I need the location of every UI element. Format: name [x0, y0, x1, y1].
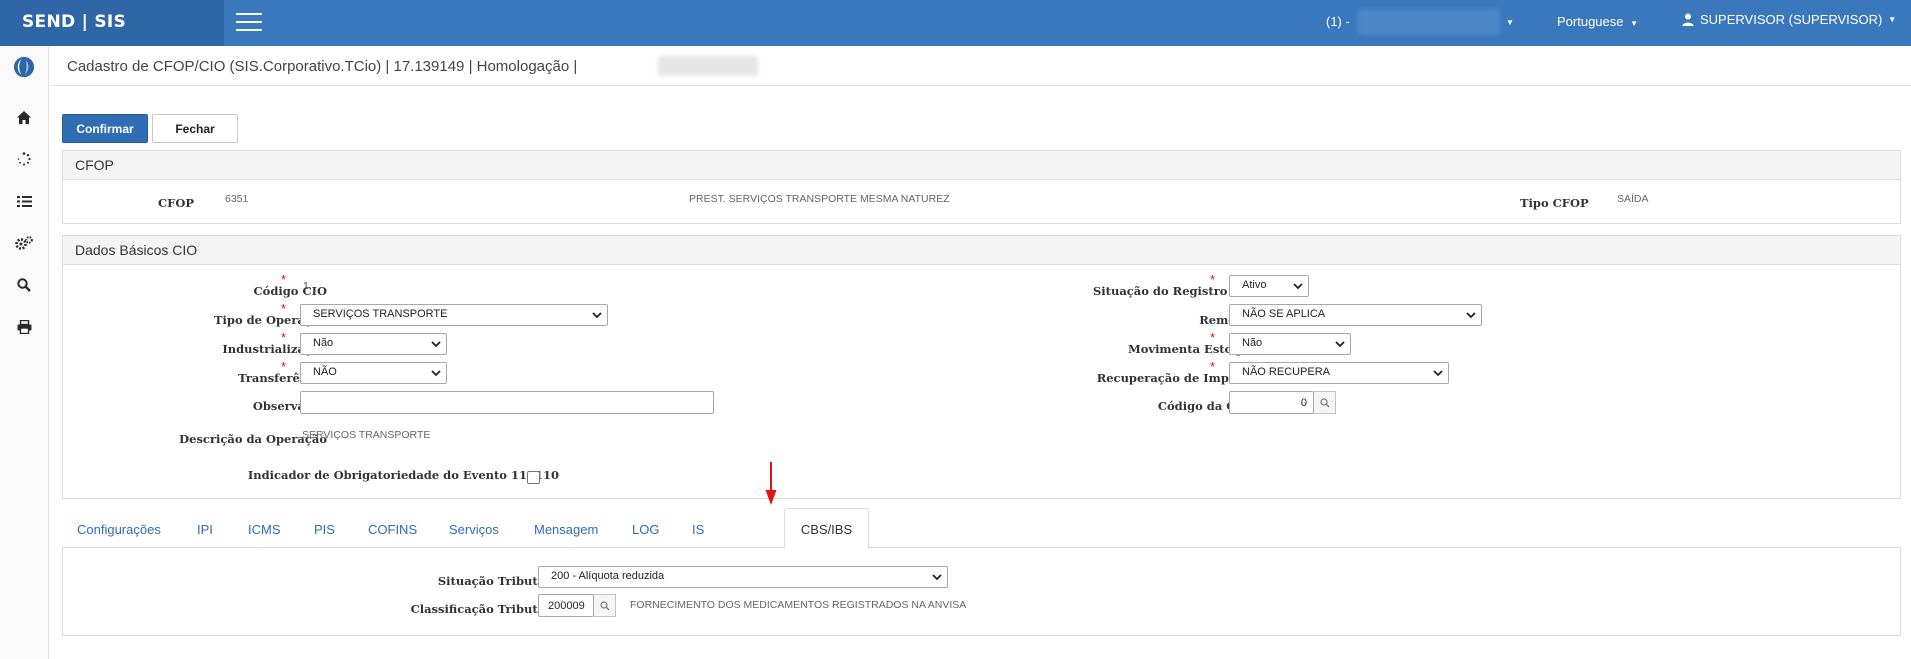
settings-gears-icon[interactable]: [13, 232, 35, 254]
cfop-label: CFOP: [158, 196, 194, 210]
remessa-selected: NÃO SE APLICA: [1242, 308, 1326, 320]
codigo-cno-lookup-button[interactable]: [1314, 391, 1336, 414]
observacao-input[interactable]: [300, 391, 714, 414]
transferencia-select[interactable]: NÃO: [300, 362, 447, 384]
cbs-ibs-tab-panel: Situação Tributária 200 - Alíquota reduz…: [62, 548, 1901, 636]
sidebar: [0, 46, 49, 659]
movimenta-estoque-selected: Não: [1242, 337, 1263, 349]
chevron-down-icon[interactable]: ▼: [1506, 18, 1514, 27]
language-label: Portuguese: [1557, 14, 1624, 29]
chevron-down-icon: [1293, 283, 1303, 290]
indicador-obrigatoriedade-label: Indicador de Obrigatoriedade do Evento 1…: [247, 468, 559, 482]
company-name-redacted[interactable]: [1358, 9, 1500, 35]
tab-is[interactable]: IS: [692, 522, 704, 537]
print-icon[interactable]: [13, 316, 35, 338]
search-icon: [1319, 397, 1329, 407]
tab-servicos[interactable]: Serviços: [449, 522, 499, 537]
tab-icms[interactable]: ICMS: [248, 522, 281, 537]
required-mark: *: [281, 301, 287, 316]
situacao-registro-select[interactable]: Ativo: [1229, 275, 1309, 297]
required-mark: *: [1210, 272, 1216, 287]
cfop-panel-title: CFOP: [63, 151, 1900, 180]
codigo-cio-value: 1: [303, 280, 309, 292]
classificacao-tributaria-input[interactable]: 200009: [538, 594, 594, 617]
tipo-operacao-select[interactable]: SERVIÇOS TRANSPORTE: [300, 304, 608, 326]
transferencia-selected: NÃO: [313, 366, 337, 378]
situacao-tributaria-select[interactable]: 200 - Alíquota reduzida: [538, 566, 948, 588]
company-selector-prefix[interactable]: (1) -: [1326, 14, 1350, 29]
tab-cbs-ibs[interactable]: CBS/IBS: [784, 508, 869, 549]
required-mark: *: [281, 330, 287, 345]
close-button[interactable]: Fechar: [152, 114, 238, 143]
industrializacao-selected: Não: [313, 337, 334, 349]
tab-log[interactable]: LOG: [632, 522, 659, 537]
chevron-down-icon: ▼: [1630, 19, 1639, 28]
tab-mensagem[interactable]: Mensagem: [534, 522, 598, 537]
codigo-cno-input[interactable]: 0: [1229, 391, 1314, 414]
situacao-registro-selected: Ativo: [1242, 279, 1267, 291]
cfop-code: 6351: [225, 193, 249, 205]
classificacao-tributaria-description: FORNECIMENTO DOS MEDICAMENTOS REGISTRADO…: [630, 599, 967, 611]
cfop-panel: CFOP CFOP 6351 PREST. SERVIÇOS TRANSPORT…: [62, 150, 1901, 224]
search-icon: [599, 600, 609, 610]
dados-basicos-panel-title: Dados Básicos CIO: [63, 236, 1900, 265]
tipo-operacao-selected: SERVIÇOS TRANSPORTE: [313, 308, 448, 320]
required-mark: *: [1210, 330, 1216, 345]
app-logo-icon[interactable]: [13, 56, 35, 78]
required-mark: *: [1210, 359, 1216, 374]
loading-icon[interactable]: [13, 148, 35, 170]
tab-cofins[interactable]: COFINS: [368, 522, 417, 537]
remessa-select[interactable]: NÃO SE APLICA: [1229, 304, 1482, 326]
home-icon[interactable]: [13, 106, 35, 128]
dados-basicos-panel: Dados Básicos CIO Código CIO * 1 Tipo de…: [62, 235, 1901, 499]
language-selector[interactable]: Portuguese ▼: [1557, 14, 1638, 29]
chevron-down-icon: [431, 370, 441, 377]
movimenta-estoque-select[interactable]: Não: [1229, 333, 1351, 355]
tab-configuracoes[interactable]: Configurações: [77, 522, 161, 537]
tab-pis[interactable]: PIS: [314, 522, 335, 537]
user-name: SUPERVISOR (SUPERVISOR): [1700, 12, 1883, 27]
cfop-description: PREST. SERVIÇOS TRANSPORTE MESMA NATUREZ: [689, 193, 950, 205]
descricao-operacao-value: SERVIÇOS TRANSPORTE: [302, 429, 431, 441]
top-bar: SEND | SIS (1) - ▼ Portuguese ▼ SUPERVIS…: [0, 0, 1911, 46]
page-title: Cadastro de CFOP/CIO (SIS.Corporativo.TC…: [67, 58, 578, 75]
chevron-down-icon: ▼: [1888, 15, 1897, 24]
page-header: Cadastro de CFOP/CIO (SIS.Corporativo.TC…: [50, 46, 1911, 86]
recuperacao-imposto-selected: NÃO RECUPERA: [1242, 366, 1331, 378]
indicador-obrigatoriedade-checkbox[interactable]: [527, 471, 540, 484]
situacao-tributaria-selected: 200 - Alíquota reduzida: [551, 570, 665, 582]
tab-bar: Configurações IPI ICMS PIS COFINS Serviç…: [62, 508, 1901, 549]
recuperacao-imposto-select[interactable]: NÃO RECUPERA: [1229, 362, 1449, 384]
chevron-down-icon: [1433, 370, 1443, 377]
search-icon[interactable]: [13, 274, 35, 296]
required-mark: *: [281, 359, 287, 374]
chevron-down-icon: [592, 312, 602, 319]
annotation-arrow-icon: [765, 462, 777, 505]
environment-name-redacted: [658, 56, 758, 76]
user-menu[interactable]: SUPERVISOR (SUPERVISOR) ▼: [1682, 12, 1896, 27]
brand-logo[interactable]: SEND | SIS: [0, 0, 224, 46]
menu-icon[interactable]: [236, 13, 262, 33]
confirm-button[interactable]: Confirmar: [62, 114, 148, 143]
industrializacao-select[interactable]: Não: [300, 333, 447, 355]
tab-ipi[interactable]: IPI: [197, 522, 213, 537]
chevron-down-icon: [1466, 312, 1476, 319]
chevron-down-icon: [1335, 341, 1345, 348]
codigo-cio-label: Código CIO: [253, 284, 328, 298]
user-icon: [1682, 13, 1694, 26]
tipo-cfop-value: SAÍDA: [1617, 193, 1649, 205]
required-mark: *: [281, 272, 287, 287]
task-list-icon[interactable]: [13, 190, 35, 212]
chevron-down-icon: [431, 341, 441, 348]
chevron-down-icon: [932, 574, 942, 581]
tipo-cfop-label: Tipo CFOP: [1520, 196, 1589, 210]
classificacao-tributaria-lookup-button[interactable]: [594, 594, 616, 617]
